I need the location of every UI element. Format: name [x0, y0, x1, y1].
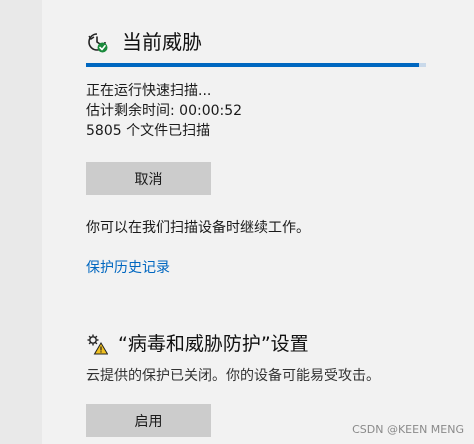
settings-title: “病毒和威胁防护”设置 [118, 333, 309, 355]
scan-progress-fill [86, 63, 420, 67]
protection-history-link[interactable]: 保护历史记录 [86, 258, 170, 278]
cloud-protection-status: 云提供的保护已关闭。你的设备可能易受攻击。 [86, 368, 380, 384]
current-threats-header: 当前威胁 [86, 26, 202, 58]
clock-check-icon [86, 31, 108, 53]
nav-strip [0, 0, 42, 444]
scan-status-running: 正在运行快速扫描... [86, 83, 212, 99]
cancel-button[interactable]: 取消 [86, 162, 211, 195]
scan-status: 正在运行快速扫描... 估计剩余时间: 00:00:52 5805 个文件已扫描 [86, 81, 242, 141]
gear-warning-icon [86, 333, 108, 355]
settings-header: “病毒和威胁防护”设置 [86, 330, 309, 358]
scan-progress-bar [86, 63, 426, 67]
defender-scan-page: 当前威胁 正在运行快速扫描... 估计剩余时间: 00:00:52 5805 个… [0, 0, 474, 444]
watermark: CSDN @KEEN MENG [352, 423, 464, 436]
continue-working-hint: 你可以在我们扫描设备时继续工作。 [86, 220, 310, 236]
current-threats-title: 当前威胁 [122, 30, 202, 54]
scan-status-files-scanned: 5805 个文件已扫描 [86, 123, 211, 139]
scan-status-time-remaining: 估计剩余时间: 00:00:52 [86, 103, 243, 119]
enable-button[interactable]: 启用 [86, 404, 211, 437]
